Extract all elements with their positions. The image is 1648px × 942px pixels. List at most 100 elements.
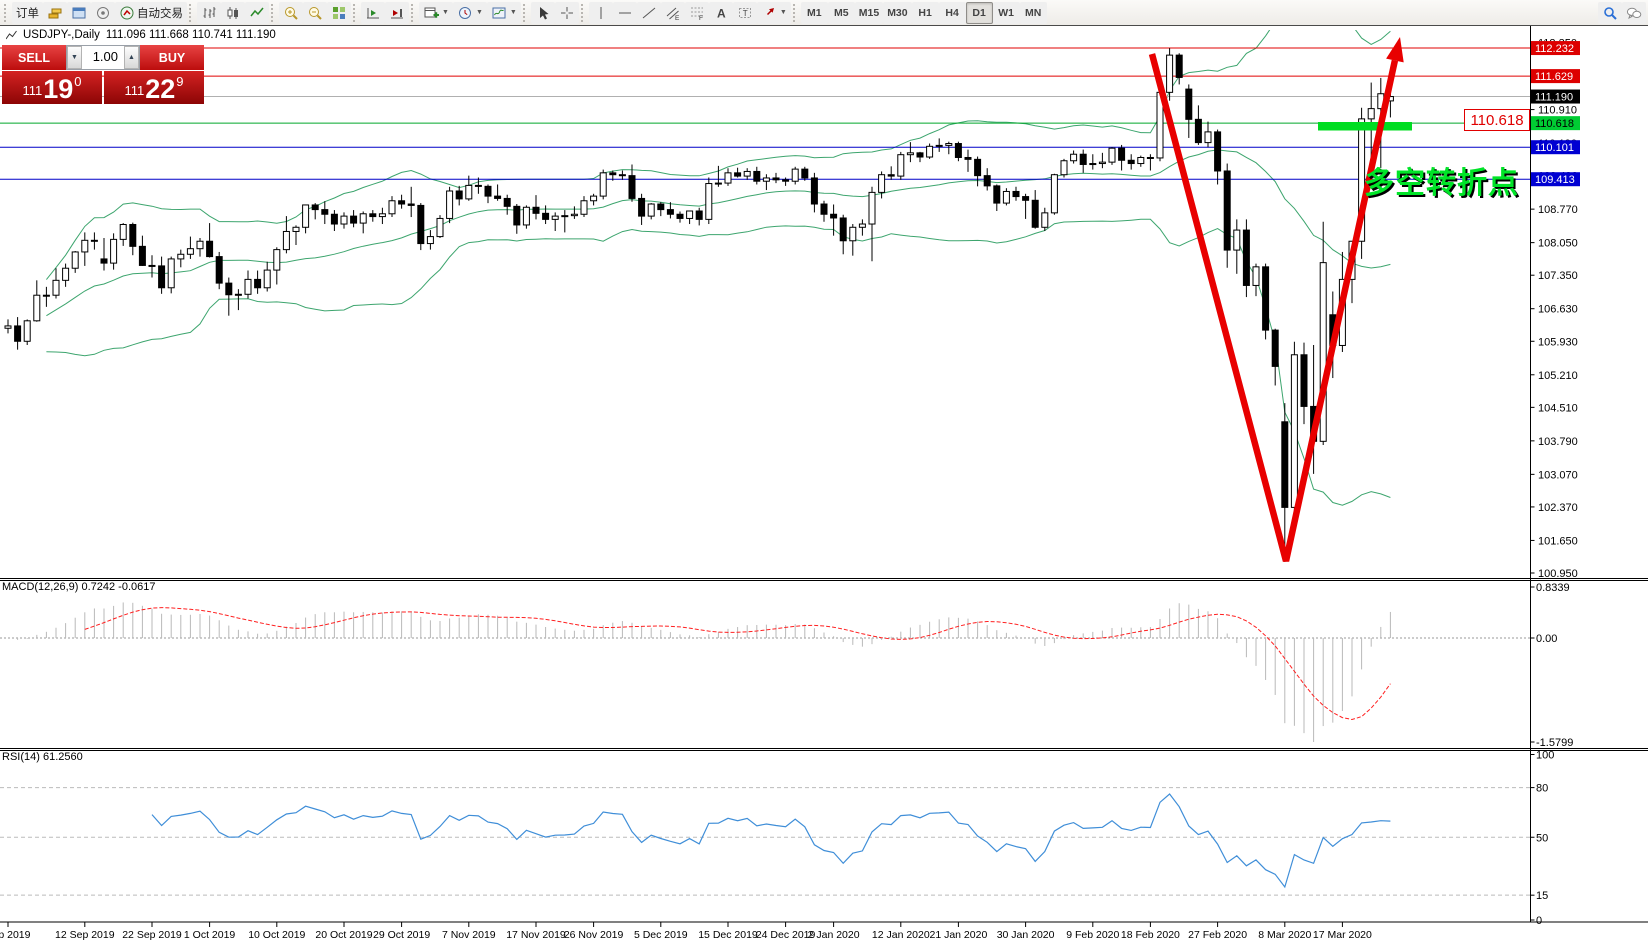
toolbar-grip: [4, 4, 9, 22]
fibonacci-button[interactable]: F: [685, 2, 709, 24]
svg-text:102.370: 102.370: [1538, 502, 1578, 514]
toolbar-grip: [189, 4, 194, 22]
svg-text:107.350: 107.350: [1538, 270, 1578, 282]
news-button[interactable]: [91, 2, 115, 24]
toolbar-grip: [793, 4, 798, 22]
price-levels[interactable]: [0, 48, 1530, 179]
cursor-button[interactable]: [531, 2, 555, 24]
gold-button[interactable]: [43, 2, 67, 24]
macd-axis[interactable]: 0.83390.00-1.5799: [1531, 582, 1574, 749]
svg-text:10 Oct 2019: 10 Oct 2019: [248, 929, 305, 941]
timeframe-h4-button[interactable]: H4: [939, 2, 966, 24]
fibo-icon: F: [689, 5, 705, 21]
chart-shift-button[interactable]: [385, 2, 409, 24]
channel-button[interactable]: E: [661, 2, 685, 24]
volume-decrease-button[interactable]: ▼: [67, 46, 82, 69]
chart-window-title: USDJPY-,Daily 111.096 111.668 110.741 11…: [6, 29, 276, 41]
crosshair-button[interactable]: [555, 2, 579, 24]
turning-point-note[interactable]: 多空转折点: [1364, 158, 1519, 202]
vline-icon: [593, 5, 609, 21]
svg-text:8 Mar 2020: 8 Mar 2020: [1258, 929, 1311, 941]
svg-text:17 Nov 2019: 17 Nov 2019: [506, 929, 566, 941]
autotrade-button[interactable]: 自动交易: [115, 2, 187, 24]
tile-windows-button[interactable]: [327, 2, 351, 24]
terminal-button[interactable]: [67, 2, 91, 24]
svg-text:Sep 2019: Sep 2019: [0, 929, 31, 941]
timeframe-m1-button[interactable]: M1: [801, 2, 828, 24]
timeframe-m5-button[interactable]: M5: [828, 2, 855, 24]
bid-pipette: 0: [74, 74, 81, 89]
ask-pipette: 9: [176, 74, 183, 89]
trend-icon: [641, 5, 657, 21]
volume-field[interactable]: 1.00: [82, 46, 124, 69]
highlight-bar-annotation[interactable]: [1318, 122, 1412, 131]
bar-chart-button[interactable]: [197, 2, 221, 24]
timeframe-m30-button[interactable]: M30: [883, 2, 911, 24]
svg-text:21 Jan 2020: 21 Jan 2020: [929, 929, 987, 941]
svg-text:27 Feb 2020: 27 Feb 2020: [1188, 929, 1247, 941]
timeframe-h1-button[interactable]: H1: [912, 2, 939, 24]
svg-text:101.650: 101.650: [1538, 535, 1578, 547]
ask-price[interactable]: 111 22 9: [104, 71, 204, 104]
timeframe-w1-button[interactable]: W1: [993, 2, 1020, 24]
zoom-out-button[interactable]: [303, 2, 327, 24]
barchart-icon: [201, 5, 217, 21]
svg-text:104.510: 104.510: [1538, 402, 1578, 414]
breakout-price-annotation[interactable]: 110.618: [1464, 109, 1530, 131]
new-order-button-label: 订单: [16, 5, 39, 21]
price-axis[interactable]: 112.350111.630110.910110.190109.490108.7…: [1531, 38, 1581, 580]
svg-text:30 Jan 2020: 30 Jan 2020: [997, 929, 1055, 941]
svg-text:108.050: 108.050: [1538, 238, 1578, 250]
symbol-period-label: USDJPY-,Daily: [23, 29, 100, 41]
toolbar-grip: [581, 4, 586, 22]
text-label-button[interactable]: T: [733, 2, 757, 24]
bid-pips: 19: [43, 76, 73, 102]
zoomout-icon: [307, 5, 323, 21]
line-chart-button[interactable]: [245, 2, 269, 24]
cursor-icon: [535, 5, 551, 21]
text-button[interactable]: A: [709, 2, 733, 24]
svg-text:2 Jan 2020: 2 Jan 2020: [808, 929, 860, 941]
new-order-button[interactable]: 订单: [12, 2, 43, 24]
vline-button[interactable]: [589, 2, 613, 24]
timeframe-d1-button[interactable]: D1: [966, 2, 993, 24]
timeframe-m15-button[interactable]: M15: [855, 2, 883, 24]
bid-price[interactable]: 111 19 0: [2, 71, 102, 104]
candle-chart-button[interactable]: [221, 2, 245, 24]
svg-text:9 Feb 2020: 9 Feb 2020: [1066, 929, 1119, 941]
svg-text:T: T: [743, 8, 748, 17]
textA-icon: A: [713, 5, 729, 21]
svg-text:17 Mar 2020: 17 Mar 2020: [1313, 929, 1372, 941]
periods-button[interactable]: ▼: [453, 2, 487, 24]
timeframe-mn-button[interactable]: MN: [1020, 2, 1047, 24]
svg-text:-1.5799: -1.5799: [1536, 737, 1573, 749]
svg-text:15 Dec 2019: 15 Dec 2019: [698, 929, 758, 941]
svg-text:100.950: 100.950: [1538, 568, 1578, 580]
date-axis[interactable]: Sep 201912 Sep 201922 Sep 20191 Oct 2019…: [0, 922, 1372, 941]
toolbar-grip: [271, 4, 276, 22]
hline-button[interactable]: [613, 2, 637, 24]
auto-scroll-button[interactable]: [361, 2, 385, 24]
one-click-trading-panel: SELL ▼ 1.00 ▲ BUY 111 19 0 111 22 9: [2, 45, 204, 104]
zoom-in-button[interactable]: [279, 2, 303, 24]
dropdown-caret-icon: ▼: [510, 9, 517, 16]
search-button[interactable]: [1598, 2, 1622, 24]
arrows-button[interactable]: ▼: [757, 2, 791, 24]
chat-button[interactable]: [1622, 2, 1646, 24]
svg-text:106.630: 106.630: [1538, 304, 1578, 316]
svg-text:F: F: [699, 15, 703, 21]
sell-button[interactable]: SELL: [2, 45, 66, 70]
ask-pips: 22: [145, 76, 175, 102]
volume-increase-button[interactable]: ▲: [124, 46, 139, 69]
trendline-button[interactable]: [637, 2, 661, 24]
toolbar-grip: [353, 4, 358, 22]
candles-icon: [225, 5, 241, 21]
svg-text:50: 50: [1536, 832, 1548, 844]
svg-text:A: A: [717, 6, 726, 20]
new-chart-button[interactable]: ▼: [419, 2, 453, 24]
templates-button[interactable]: ▼: [487, 2, 521, 24]
svg-text:22 Sep 2019: 22 Sep 2019: [122, 929, 182, 941]
dropdown-caret-icon: ▼: [476, 9, 483, 16]
rsi-axis[interactable]: 1008050150: [1531, 750, 1555, 928]
buy-button[interactable]: BUY: [140, 45, 204, 70]
